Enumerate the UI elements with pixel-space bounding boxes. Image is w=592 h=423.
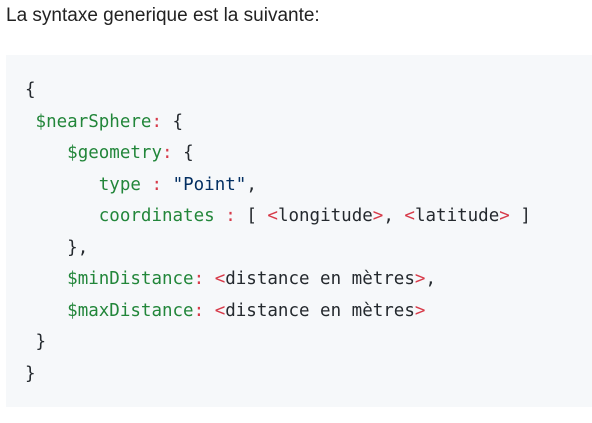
max-distance-key: $maxDistance [67,300,194,321]
min-distance-key: $minDistance [67,269,194,289]
type-key: type [98,174,141,195]
code-line-3: $geometry: { [67,143,194,163]
code-line-2: $nearSphere: { [35,111,184,132]
longitude-placeholder: longitude [277,206,373,226]
latitude-placeholder: latitude [414,206,500,226]
near-sphere-key: $nearSphere [35,111,152,132]
code-line-10: } [25,359,531,391]
code-line-1: { [25,75,531,107]
min-distance-placeholder: distance en mètres [225,269,415,289]
geometry-key: $geometry [67,143,162,163]
code-open-brace: { [25,80,36,100]
code-line-5: coordinates : [ <longitude>, <latitude> … [98,206,531,226]
code-line-4: type : "Point", [98,174,257,195]
intro-text: La syntaxe generique est la suivante: [6,5,320,26]
code-block: { $nearSphere: { $geometry: { type : "Po… [6,55,592,407]
code-line-6: }, [67,237,89,258]
code-content: { $nearSphere: { $geometry: { type : "Po… [25,75,531,390]
max-distance-placeholder: distance en mètres [225,300,415,321]
type-value: "Point" [172,174,247,195]
code-close-brace: } [25,363,36,384]
code-line-7: $minDistance: <distance en mètres>, [67,269,436,289]
coordinates-key: coordinates [98,206,215,226]
code-line-8: $maxDistance: <distance en mètres> [67,300,426,321]
code-line-9: } [35,332,47,352]
